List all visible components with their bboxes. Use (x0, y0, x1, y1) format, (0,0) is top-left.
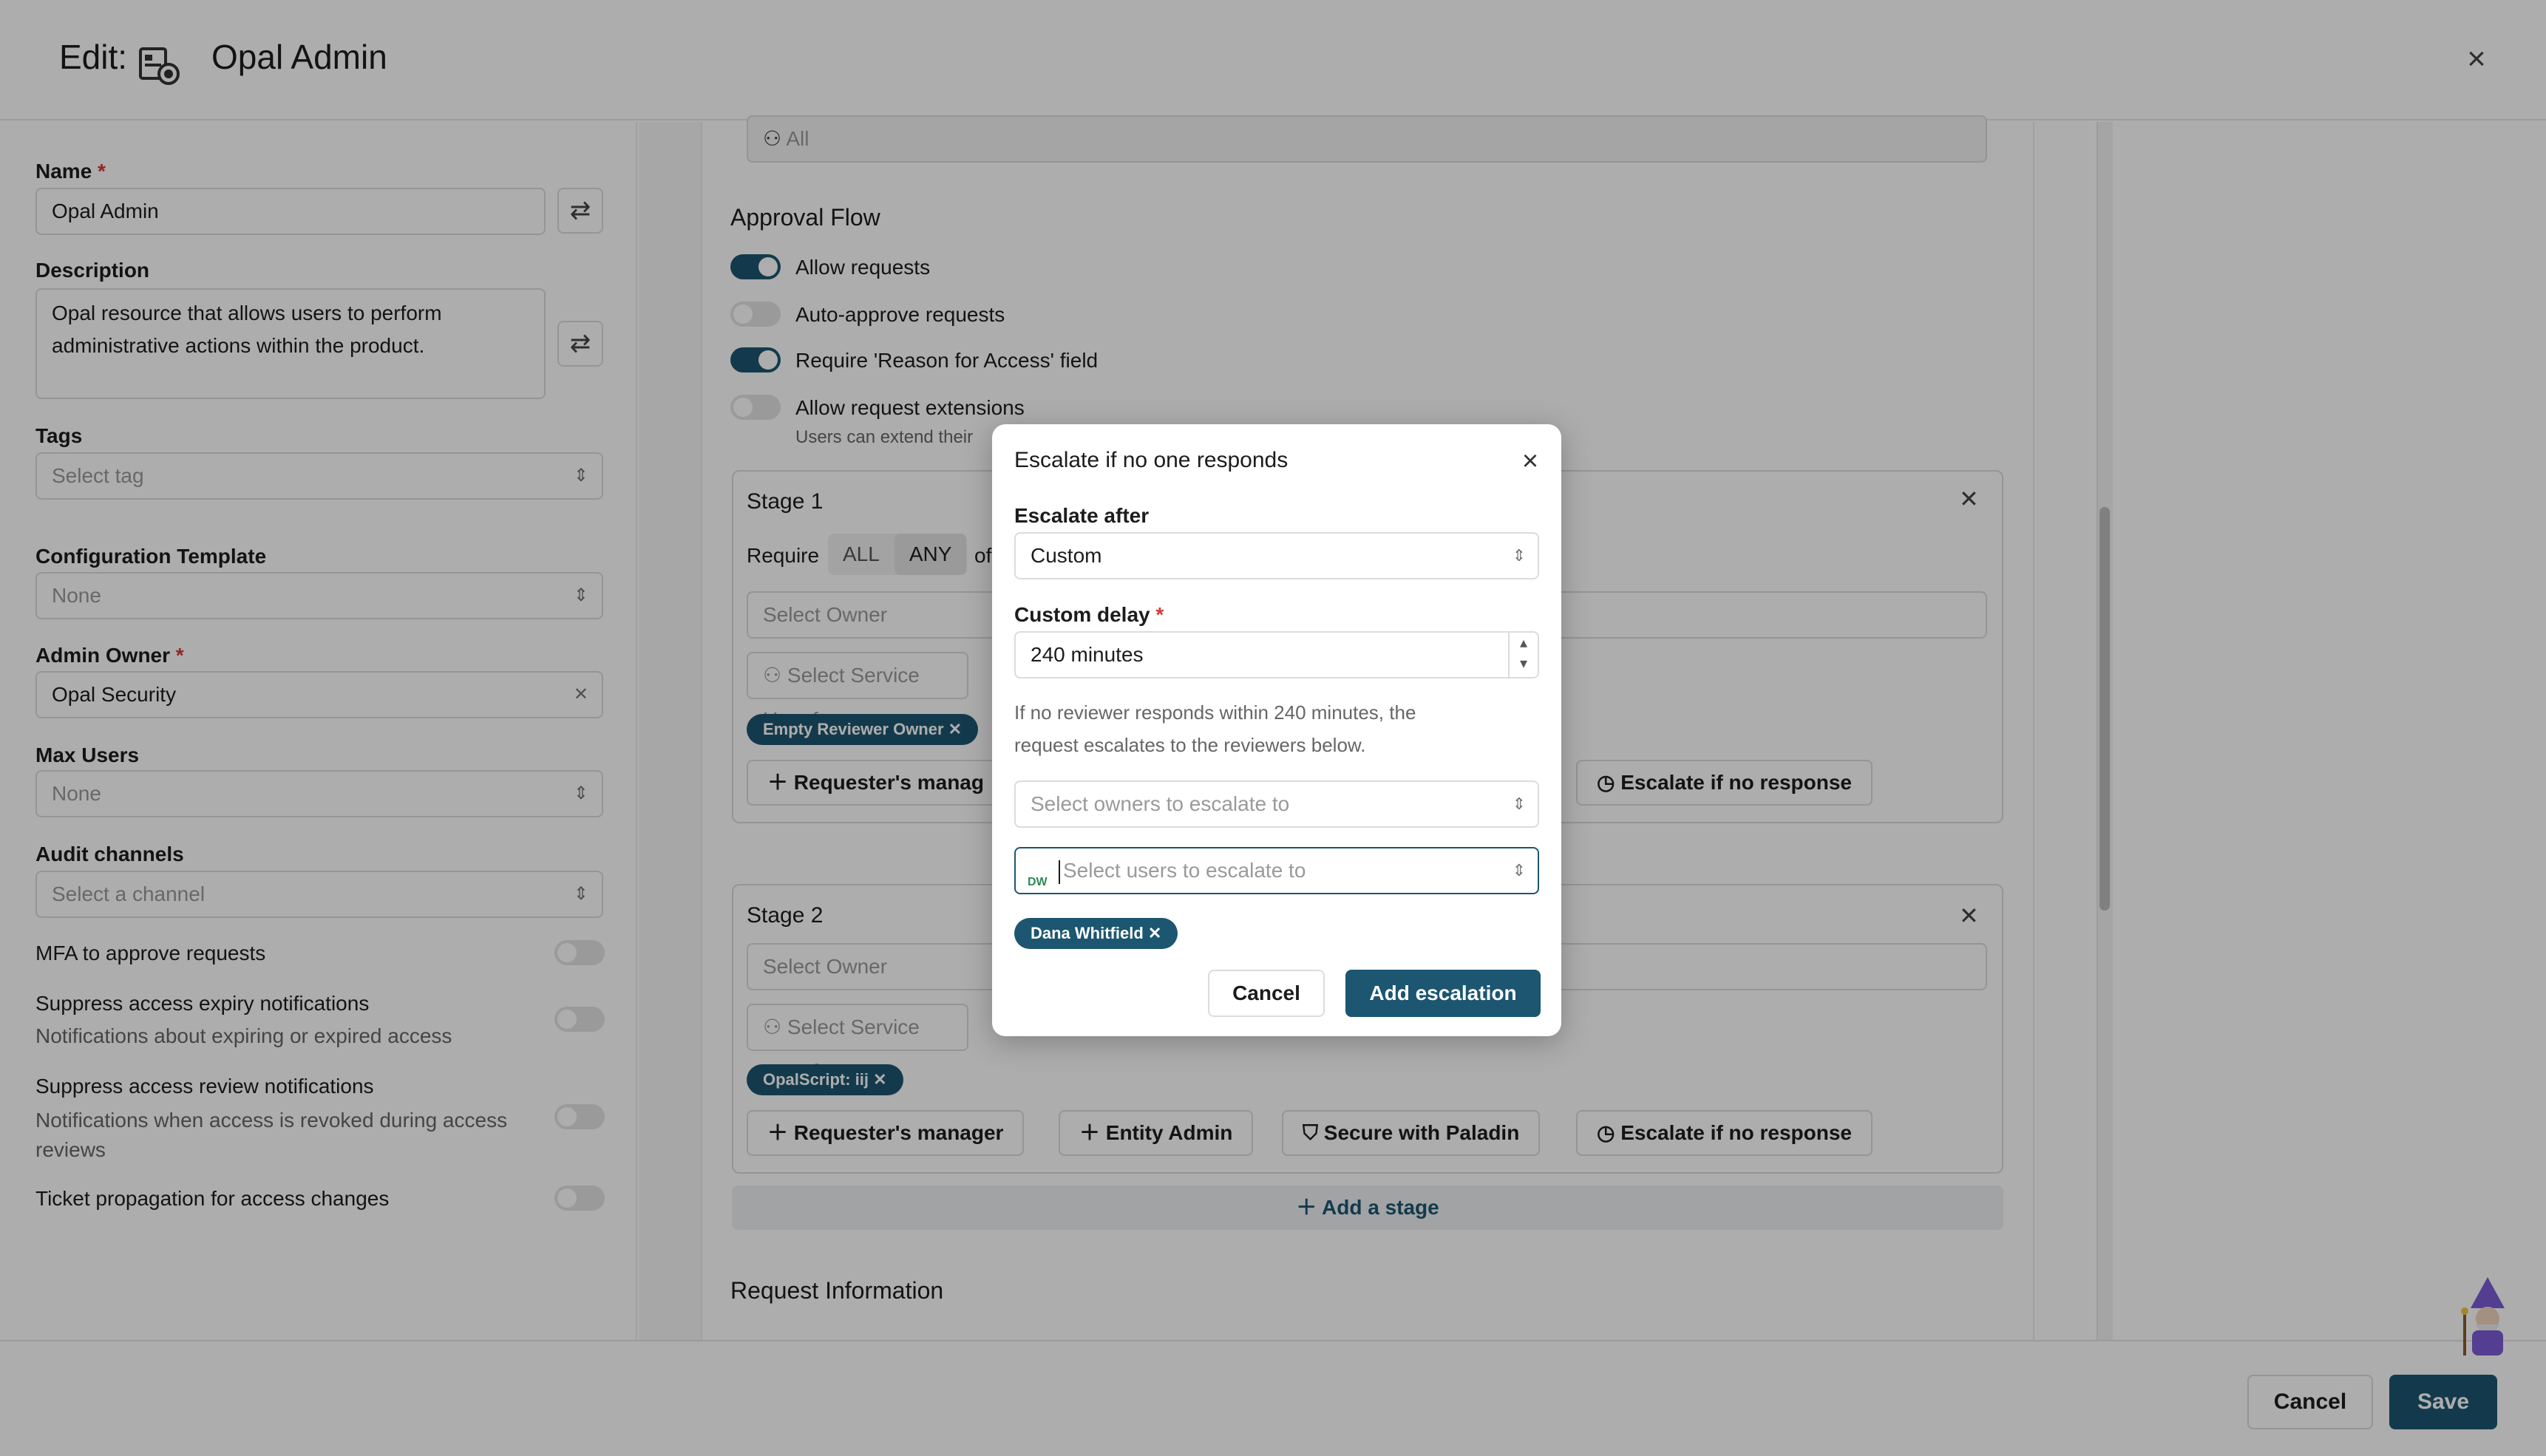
selected-user-chip: Dana Whitfield ✕ (1014, 918, 1178, 949)
text-caret (1059, 860, 1060, 884)
escalate-owners-select[interactable]: Select owners to escalate to ⇕ (1014, 780, 1539, 828)
add-escalation-button[interactable]: Add escalation (1345, 970, 1541, 1017)
page: Edit: Opal Admin × Name * Opal Admin ⇄ D… (0, 0, 2546, 1456)
dialog-close-icon[interactable]: × (1515, 446, 1545, 476)
remove-chip-icon[interactable]: ✕ (1148, 924, 1161, 942)
user-avatar-icon: DW (1028, 876, 1048, 888)
chevron-updown-icon: ⇕ (1512, 546, 1526, 565)
escalate-after-label: Escalate after (1014, 504, 1150, 527)
dialog-cancel-button[interactable]: Cancel (1208, 970, 1325, 1017)
escalation-help-text: If no reviewer responds within 240 minut… (1014, 701, 1416, 756)
chevron-updown-icon: ⇕ (1512, 861, 1526, 880)
delay-stepper[interactable]: ▴ ▾ (1508, 633, 1538, 677)
custom-delay-input[interactable]: 240 minutes ▴ ▾ (1014, 631, 1539, 678)
escalation-dialog: Escalate if no one responds × Escalate a… (992, 424, 1561, 1036)
custom-delay-label: Custom delay * (1014, 603, 1164, 626)
chevron-updown-icon: ⇕ (1512, 795, 1526, 813)
dialog-title: Escalate if no one responds (1014, 448, 1289, 472)
escalate-users-select[interactable]: DW Select users to escalate to ⇕ (1014, 847, 1539, 894)
escalate-after-select[interactable]: Custom ⇕ (1014, 532, 1539, 579)
